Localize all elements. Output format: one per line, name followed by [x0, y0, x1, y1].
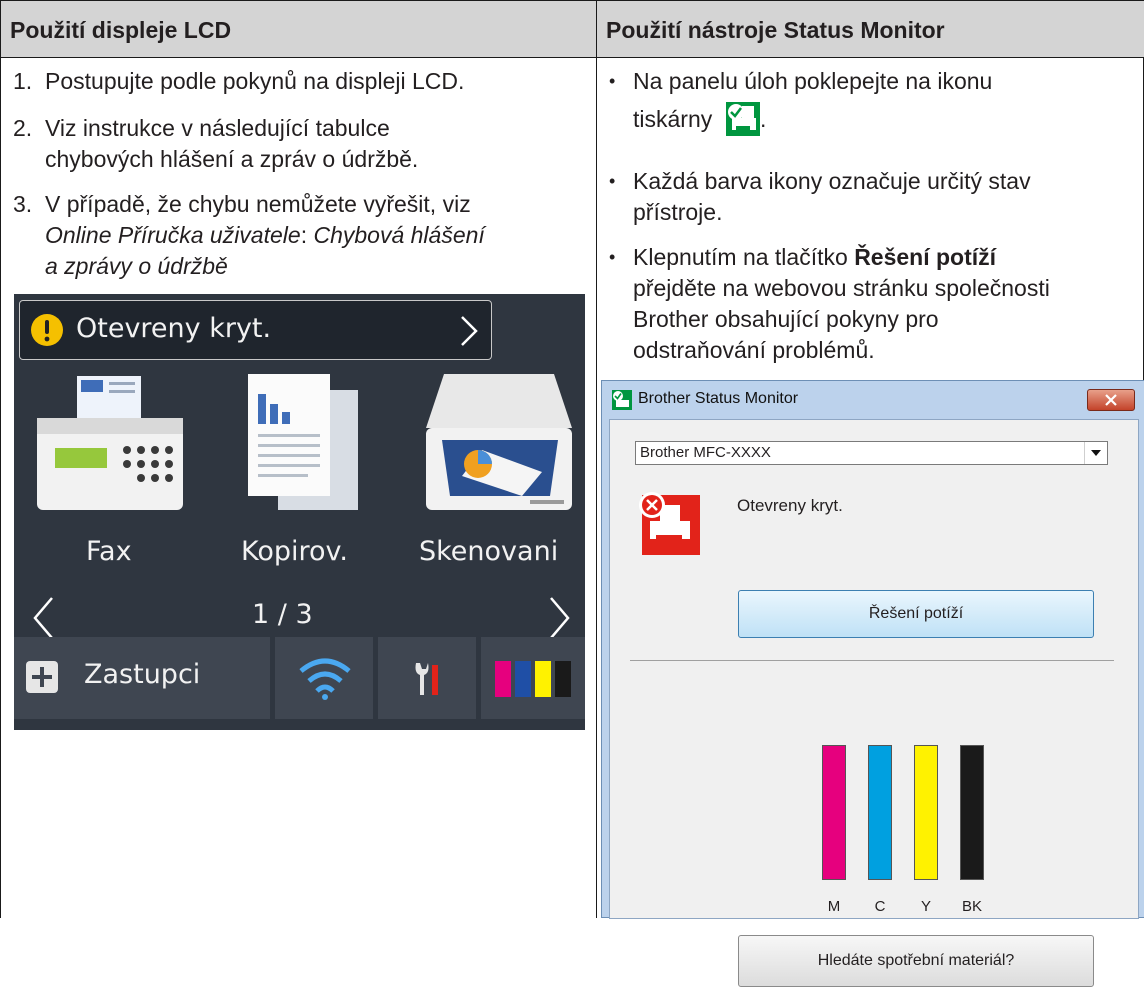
header-status-monitor-label: Použití nástroje Status Monitor — [606, 17, 945, 43]
bullet-dot: • — [609, 247, 616, 267]
scan-label: Skenovani — [419, 536, 559, 567]
fax-icon[interactable] — [35, 372, 185, 512]
manual-section: Chybová hlášení — [313, 222, 485, 248]
bullet-text: přejděte na webovou stránku společnosti — [633, 275, 1050, 301]
scan-icon[interactable] — [422, 372, 578, 512]
bullet-text: odstraňování problémů. — [633, 337, 875, 363]
tools-icon — [415, 663, 438, 695]
bullet-dot: • — [609, 171, 616, 191]
shortcuts-button[interactable]: Zastupci — [14, 637, 270, 719]
dropdown-arrow[interactable] — [1084, 442, 1107, 464]
close-icon — [1105, 394, 1117, 406]
bullet-text: Klepnutím na tlačítko Řešení potíží — [633, 242, 996, 273]
bullet-troubleshoot: • Klepnutím na tlačítko Řešení potíží př… — [609, 242, 1139, 370]
manual-reference: Online Příručka uživatele: Chybová hláše… — [45, 220, 485, 251]
step-number: 2. — [13, 115, 33, 141]
bullet-text: Brother obsahující pokyny pro — [633, 306, 939, 332]
header-lcd: Použití displeje LCD — [1, 0, 597, 58]
bullet-colors: • Každá barva ikony označuje určitý stav… — [609, 166, 1139, 230]
bullet-text: přístroje. — [633, 199, 723, 225]
window-title: Brother Status Monitor — [638, 390, 799, 407]
ink-cyan — [868, 745, 892, 880]
printer-status-icon — [726, 102, 760, 136]
chevron-right-nav-icon[interactable] — [549, 596, 571, 640]
device-select-value: Brother MFC-XXXX — [640, 444, 771, 461]
ink-label-y: Y — [920, 898, 931, 915]
troubleshoot-term: Řešení potíží — [854, 244, 997, 270]
window-client: Brother MFC-XXXX Otevreny kryt. Řešení p… — [609, 419, 1139, 987]
page-indicator: 1 / 3 — [252, 599, 313, 630]
ink-label-c: C — [874, 898, 886, 915]
bullet-taskbar: • Na panelu úloh poklepejte na ikonu tis… — [609, 66, 1139, 138]
bullet-end: . — [760, 106, 767, 132]
header-status-monitor: Použití nástroje Status Monitor — [597, 0, 1144, 58]
alert-bar[interactable]: Otevreny kryt. — [19, 300, 492, 360]
step-3: 3. V případě, že chybu nemůžete vyřešit,… — [13, 189, 588, 285]
instruction-table: Použití displeje LCD Použití nástroje St… — [0, 0, 1144, 987]
troubleshoot-button[interactable]: Řešení potíží — [738, 590, 1094, 638]
wifi-button[interactable] — [275, 637, 373, 719]
chevron-left-icon[interactable] — [32, 596, 54, 640]
step-1: 1. Postupujte podle pokynů na displeji L… — [13, 66, 588, 98]
shortcuts-label: Zastupci — [84, 659, 201, 690]
bullet-text-pre: Klepnutím na tlačítko — [633, 244, 855, 270]
step-text: Viz instrukce v následující tabulce — [45, 115, 390, 141]
copy-label: Kopirov. — [241, 536, 349, 567]
ink-label-bk: BK — [961, 898, 982, 915]
bullet-text: Na panelu úloh poklepejte na ikonu — [633, 68, 993, 94]
step-text: chybových hlášení a zpráv o údržbě. — [45, 146, 419, 172]
ink-label-m: M — [827, 898, 841, 915]
status-text: Otevreny kryt. — [737, 496, 843, 515]
ink-magenta — [822, 745, 846, 880]
reference-separator: : — [300, 222, 314, 248]
ink-yellow — [914, 745, 938, 880]
chevron-right-icon — [461, 316, 478, 346]
troubleshoot-button-label: Řešení potíží — [868, 605, 964, 622]
close-button[interactable] — [1087, 389, 1135, 411]
ink-button[interactable] — [481, 637, 585, 719]
chevron-down-icon — [1091, 450, 1101, 456]
warning-icon — [31, 314, 63, 346]
bullet-dot: • — [609, 71, 616, 91]
step-text: V případě, že chybu nemůžete vyřešit, vi… — [45, 191, 471, 217]
bullet-text: tiskárny — [633, 106, 713, 132]
ink-levels-icon — [495, 661, 571, 697]
step-2: 2. Viz instrukce v následující tabulce c… — [13, 113, 588, 177]
supplies-button[interactable]: Hledáte spotřební materiál? — [738, 935, 1094, 987]
manual-section-cont: a zprávy o údržbě — [45, 253, 228, 279]
fax-label: Fax — [86, 536, 132, 567]
plus-icon — [26, 661, 58, 693]
step-number: 1. — [13, 68, 33, 94]
app-icon — [612, 390, 632, 410]
ink-black — [960, 745, 984, 880]
supplies-button-label: Hledáte spotřební materiál? — [817, 952, 1015, 969]
alert-text: Otevreny kryt. — [76, 313, 272, 344]
header-lcd-label: Použití displeje LCD — [10, 17, 232, 43]
status-monitor-window: Brother Status Monitor Brother MFC-XXXX — [601, 380, 1144, 987]
wifi-icon — [299, 658, 351, 700]
step-text: Postupujte podle pokynů na displeji LCD. — [45, 68, 465, 94]
separator — [630, 660, 1114, 661]
manual-title: Online Příručka uživatele — [45, 222, 301, 248]
lcd-screen: Otevreny kryt. Fax Kopirov. Skenovani 1 … — [14, 294, 585, 730]
copy-icon[interactable] — [244, 372, 364, 512]
error-printer-icon — [639, 492, 700, 555]
column-divider — [596, 0, 597, 918]
device-select[interactable]: Brother MFC-XXXX — [635, 441, 1108, 465]
bullet-text: Každá barva ikony označuje určitý stav — [633, 168, 1031, 194]
settings-button[interactable] — [378, 637, 476, 719]
step-number: 3. — [13, 191, 33, 217]
